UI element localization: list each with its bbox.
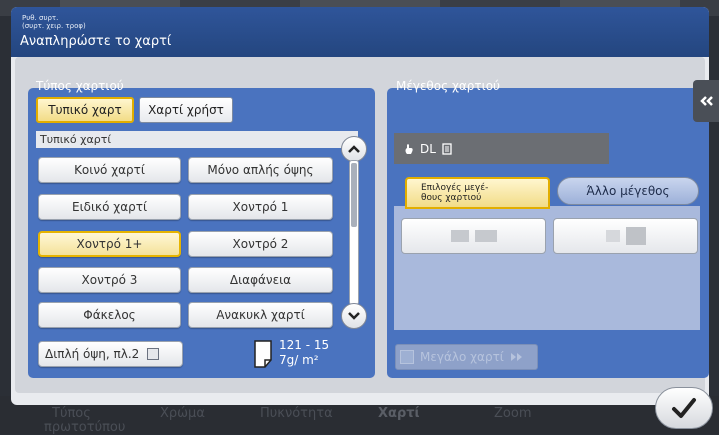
paper-envelope-button[interactable]: Φάκελος [38,302,181,328]
nav-color[interactable]: Χρώμα [160,406,205,421]
dialog-header: Ρυθ. συρτ. (συρτ. χειρ. τροφ) Αναπληρώστ… [11,7,709,57]
collapse-panel-button[interactable] [693,80,719,122]
header-subtitle: Ρυθ. συρτ. (συρτ. χειρ. τροφ) [22,14,86,30]
nav-original-type[interactable]: Τύπος [52,406,91,421]
current-size-value: DL [420,141,436,156]
paper-sheet-icon [254,340,272,368]
nav-paper[interactable]: Χαρτί [378,406,420,421]
scrollbar-track[interactable] [349,160,359,305]
weight-range-line1: 121 - 15 [279,338,330,352]
double-chevron-left-icon [700,96,713,106]
tab-standard-paper[interactable]: Τυπικό χαρτ [36,97,134,123]
weight-range-line2: 7g/ m² [279,353,319,367]
paper-size-label: Μέγεθος χαρτιού [396,79,500,93]
scroll-down-button[interactable] [341,303,367,329]
tab-user-paper[interactable]: Χαρτί χρήστ [139,97,233,123]
tab-size-options-line2: θους χαρτιού [421,193,482,203]
paper-special-button[interactable]: Ειδικό χαρτί [38,194,181,220]
size-option-button[interactable] [401,218,546,254]
chevron-up-icon [348,145,360,153]
checkmark-icon [672,398,696,418]
scroll-up-button[interactable] [341,136,367,162]
chevron-down-icon [348,312,360,320]
blurred-label [625,227,646,245]
paper-orientation-icon [442,142,452,155]
blurred-label [450,230,469,242]
tab-size-options-line1: Επιλογές μεγέ- [421,183,489,193]
duplex-side2-label: Διπλή όψη, πλ.2 [45,347,140,361]
nav-original-type-line2[interactable]: πρωτοτύπου [44,420,125,435]
paper-thick1-button[interactable]: Χοντρό 1 [188,194,333,220]
paper-plain-button[interactable]: Κοινό χαρτί [38,157,181,183]
current-size-display: DL [394,133,609,164]
duplex-side2-button[interactable]: Διπλή όψη, πλ.2 [38,341,183,367]
nav-density[interactable]: Πυκνότητα [260,406,333,421]
paper-thick3-button[interactable]: Χοντρό 3 [38,267,181,293]
paper-recycled-button[interactable]: Ανακυκλ χαρτί [188,302,333,328]
header-line1: Ρυθ. συρτ. [22,14,59,22]
tab-size-options[interactable]: Επιλογές μεγέ- θους χαρτιού [405,177,550,209]
tab-other-size[interactable]: Άλλο μέγεθος [557,177,699,205]
paper-thick2-button[interactable]: Χοντρό 2 [188,231,333,257]
blurred-label [474,230,497,242]
large-paper-button[interactable]: Μεγάλο χαρτί [395,344,538,370]
duplex-checkbox[interactable] [147,348,160,360]
large-paper-checkbox[interactable] [400,350,414,364]
large-paper-label: Μεγάλο χαρτί [420,350,504,364]
hand-icon [405,143,413,154]
paper-transparency-button[interactable]: Διαφάνεια [188,267,333,293]
double-chevron-right-icon [510,353,522,361]
paper-thick1plus-button[interactable]: Χοντρό 1+ [38,231,181,257]
paper-type-label: Τύπος χαρτιού [36,79,124,93]
header-line2: (συρτ. χειρ. τροφ) [22,22,86,30]
paper-single-side-only-button[interactable]: Μόνο απλής όψης [188,157,333,183]
blurred-label [605,230,620,242]
ok-button[interactable] [655,387,713,429]
scrollbar-thumb[interactable] [351,163,357,227]
size-option-button[interactable] [553,218,698,254]
paper-list-header: Τυπικό χαρτί [36,131,358,148]
nav-zoom[interactable]: Zoom [494,406,531,421]
dialog-title: Αναπληρώστε το χαρτί [20,34,172,49]
